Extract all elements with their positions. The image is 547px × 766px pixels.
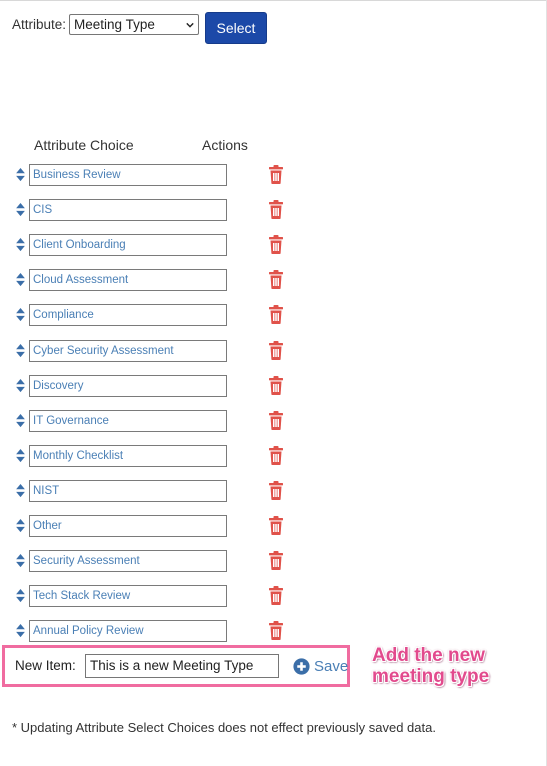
sort-icon[interactable]	[16, 273, 25, 287]
new-item-input[interactable]: This is a new Meeting Type	[85, 654, 279, 678]
trash-icon[interactable]	[268, 516, 284, 535]
annotation-callout: Add the new meeting type	[372, 645, 542, 687]
save-label: Save	[314, 657, 349, 675]
choice-row: IT Governance	[16, 410, 296, 432]
choice-input[interactable]: Business Review	[29, 164, 227, 186]
save-button[interactable]: Save	[293, 655, 348, 677]
chevron-down-icon	[186, 22, 194, 28]
choice-row: Tech Stack Review	[16, 585, 296, 607]
choice-input[interactable]: Cloud Assessment	[29, 269, 227, 291]
trash-icon[interactable]	[268, 481, 284, 500]
sort-icon[interactable]	[16, 379, 25, 393]
sort-icon[interactable]	[16, 554, 25, 568]
annotation-line-1: Add the new	[372, 645, 485, 666]
choice-input[interactable]: Security Assessment	[29, 550, 227, 572]
sort-icon[interactable]	[16, 519, 25, 533]
plus-circle-icon	[293, 657, 310, 675]
footnote: * Updating Attribute Select Choices does…	[12, 720, 436, 735]
attribute-dropdown-value: Meeting Type	[74, 17, 155, 32]
choice-row: Annual Policy Review	[16, 620, 296, 642]
sort-icon[interactable]	[16, 308, 25, 322]
trash-icon[interactable]	[268, 446, 284, 465]
new-item-row: New Item: This is a new Meeting Type Sav…	[2, 645, 350, 687]
sort-icon[interactable]	[16, 414, 25, 428]
choice-row: Other	[16, 515, 296, 537]
sort-icon[interactable]	[16, 203, 25, 217]
choice-row: Client Onboarding	[16, 234, 296, 256]
sort-icon[interactable]	[16, 168, 25, 182]
sort-icon[interactable]	[16, 589, 25, 603]
sort-icon[interactable]	[16, 624, 25, 638]
choice-row: Cloud Assessment	[16, 269, 296, 291]
trash-icon[interactable]	[268, 270, 284, 289]
trash-icon[interactable]	[268, 411, 284, 430]
choice-row: Compliance	[16, 304, 296, 326]
sort-icon[interactable]	[16, 344, 25, 358]
trash-icon[interactable]	[268, 305, 284, 324]
sort-icon[interactable]	[16, 238, 25, 252]
choice-input[interactable]: Discovery	[29, 375, 227, 397]
choice-input[interactable]: Other	[29, 515, 227, 537]
trash-icon[interactable]	[268, 551, 284, 570]
trash-icon[interactable]	[268, 235, 284, 254]
choice-row: NIST	[16, 480, 296, 502]
choice-input[interactable]: Compliance	[29, 304, 227, 326]
choice-input[interactable]: Annual Policy Review	[29, 620, 227, 642]
trash-icon[interactable]	[268, 586, 284, 605]
choice-row: Monthly Checklist	[16, 445, 296, 467]
choice-input[interactable]: CIS	[29, 199, 227, 221]
choice-row: Security Assessment	[16, 550, 296, 572]
choice-row: Cyber Security Assessment	[16, 340, 296, 362]
choice-input[interactable]: NIST	[29, 480, 227, 502]
trash-icon[interactable]	[268, 341, 284, 360]
choice-row: Discovery	[16, 375, 296, 397]
choice-input[interactable]: Client Onboarding	[29, 234, 227, 256]
top-border	[0, 0, 547, 1]
new-item-label: New Item:	[15, 658, 76, 673]
choice-input[interactable]: Tech Stack Review	[29, 585, 227, 607]
choice-input[interactable]: Cyber Security Assessment	[29, 340, 227, 362]
choice-input[interactable]: Monthly Checklist	[29, 445, 227, 467]
trash-icon[interactable]	[268, 376, 284, 395]
select-button[interactable]: Select	[205, 12, 267, 44]
attribute-dropdown[interactable]: Meeting Type	[69, 14, 200, 35]
attribute-selector: Attribute: Meeting Type	[12, 14, 200, 35]
choice-input[interactable]: IT Governance	[29, 410, 227, 432]
trash-icon[interactable]	[268, 200, 284, 219]
sort-icon[interactable]	[16, 449, 25, 463]
header-attribute-choice: Attribute Choice	[34, 137, 134, 153]
choice-row: CIS	[16, 199, 296, 221]
attribute-label: Attribute:	[12, 17, 67, 32]
choice-row: Business Review	[16, 164, 296, 186]
sort-icon[interactable]	[16, 484, 25, 498]
header-actions: Actions	[202, 137, 248, 153]
annotation-line-2: meeting type	[372, 666, 490, 687]
trash-icon[interactable]	[268, 621, 284, 640]
trash-icon[interactable]	[268, 165, 284, 184]
